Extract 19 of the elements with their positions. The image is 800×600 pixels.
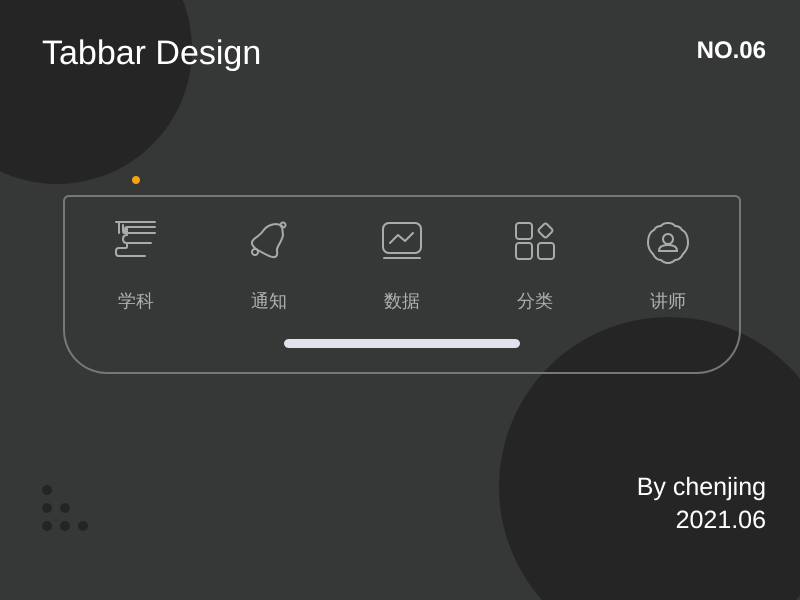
monitor-chart-icon [381, 221, 423, 261]
tab-item[interactable]: 通知 [202, 221, 336, 313]
tab-item[interactable]: 学科 [70, 221, 202, 313]
tab-label: 数据 [384, 290, 420, 313]
design-number: NO.06 [696, 37, 766, 65]
date-text: 2021.06 [676, 506, 766, 535]
tab-label: 通知 [251, 290, 287, 313]
tab-label: 讲师 [650, 290, 686, 313]
books-icon [115, 221, 157, 259]
bell-icon [249, 221, 289, 261]
tab-label: 学科 [118, 290, 154, 313]
user-badge-icon [646, 221, 690, 265]
tab-label: 分类 [517, 290, 553, 313]
tab-item[interactable]: 分类 [468, 221, 602, 313]
tab-item[interactable]: 讲师 [602, 221, 734, 313]
page-title: Tabbar Design [42, 34, 262, 73]
author-text: By chenjing [636, 473, 766, 502]
grid-icon [514, 221, 556, 261]
tab-item[interactable]: 数据 [336, 221, 468, 313]
